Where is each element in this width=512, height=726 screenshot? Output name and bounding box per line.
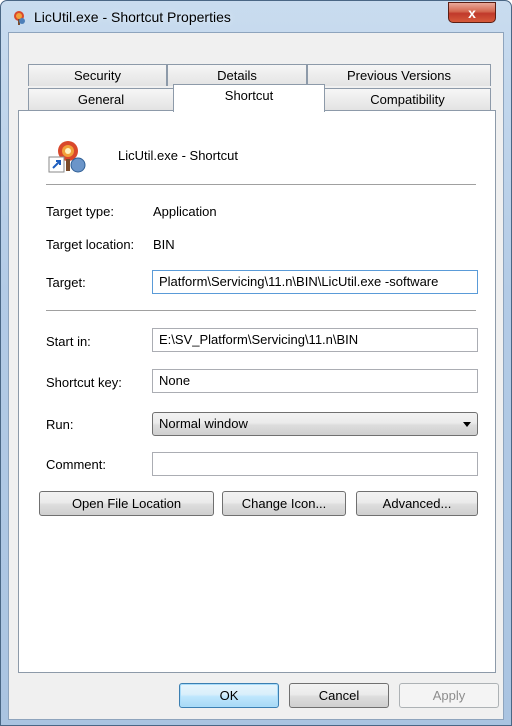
apply-button: Apply <box>399 683 499 708</box>
run-select[interactable]: Normal window <box>152 412 478 436</box>
target-input[interactable]: Platform\Servicing\11.n\BIN\LicUtil.exe … <box>152 270 478 294</box>
shortcut-app-icon <box>48 141 86 173</box>
run-selected-value: Normal window <box>159 416 248 431</box>
target-location-label: Target location: <box>46 237 135 252</box>
cancel-button[interactable]: Cancel <box>289 683 389 708</box>
button-label: Cancel <box>318 688 360 703</box>
tab-shortcut[interactable]: Shortcut <box>173 84 325 112</box>
tab-security[interactable]: Security <box>28 64 167 86</box>
button-label: OK <box>219 688 239 703</box>
tab-details[interactable]: Details <box>167 64 307 86</box>
target-type-value: Application <box>153 204 217 219</box>
separator <box>46 310 476 312</box>
button-label: Open File Location <box>71 496 182 511</box>
comment-input[interactable] <box>152 452 478 476</box>
tab-previous-versions[interactable]: Previous Versions <box>307 64 491 86</box>
start-in-label: Start in: <box>46 334 91 349</box>
close-button[interactable]: x <box>448 2 496 23</box>
run-label: Run: <box>46 417 74 432</box>
window-title: LicUtil.exe - Shortcut Properties <box>34 9 231 25</box>
ok-button[interactable]: OK <box>179 683 279 708</box>
target-location-value: BIN <box>153 237 175 252</box>
advanced-button[interactable]: Advanced... <box>356 491 478 516</box>
title-bar[interactable]: LicUtil.exe - Shortcut Properties x <box>1 1 511 33</box>
shortcut-key-input[interactable]: None <box>152 369 478 393</box>
tab-label: General <box>77 92 125 107</box>
tab-compatibility[interactable]: Compatibility <box>324 88 491 110</box>
start-in-input[interactable]: E:\SV_Platform\Servicing\11.n\BIN <box>152 328 478 352</box>
tab-general[interactable]: General <box>28 88 174 110</box>
tab-label: Compatibility <box>370 92 445 107</box>
app-icon <box>14 11 25 25</box>
properties-window: LicUtil.exe - Shortcut Properties x Secu… <box>0 0 512 726</box>
shortcut-key-label: Shortcut key: <box>46 375 122 390</box>
tab-label: Previous Versions <box>346 68 452 83</box>
open-file-location-button[interactable]: Open File Location <box>39 491 214 516</box>
button-label: Advanced... <box>382 496 452 511</box>
tab-label: Details <box>217 68 257 83</box>
target-label: Target: <box>46 275 86 290</box>
button-label: Apply <box>432 688 466 703</box>
comment-label: Comment: <box>46 457 106 472</box>
tab-label: Shortcut <box>224 88 274 103</box>
button-label: Change Icon... <box>241 496 327 511</box>
change-icon-button[interactable]: Change Icon... <box>222 491 346 516</box>
target-type-label: Target type: <box>46 204 114 219</box>
chevron-down-icon <box>463 422 471 427</box>
tab-label: Security <box>74 68 121 83</box>
separator <box>46 184 476 186</box>
shortcut-name: LicUtil.exe - Shortcut <box>118 148 238 163</box>
close-icon: x <box>468 5 476 21</box>
